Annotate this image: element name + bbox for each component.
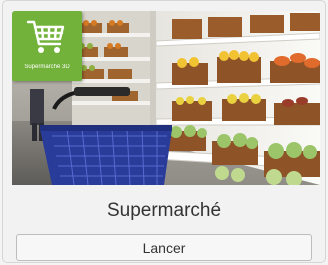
app-card: Supermarché 3D Supermarché Lancer (2, 0, 326, 263)
app-badge: Supermarché 3D (12, 11, 82, 81)
app-thumbnail[interactable]: Supermarché 3D (12, 11, 320, 185)
app-title: Supermarché (106, 200, 222, 221)
badge-label: Supermarché 3D (24, 64, 70, 70)
launch-button[interactable]: Lancer (16, 234, 312, 261)
shopping-cart-icon (26, 20, 65, 53)
